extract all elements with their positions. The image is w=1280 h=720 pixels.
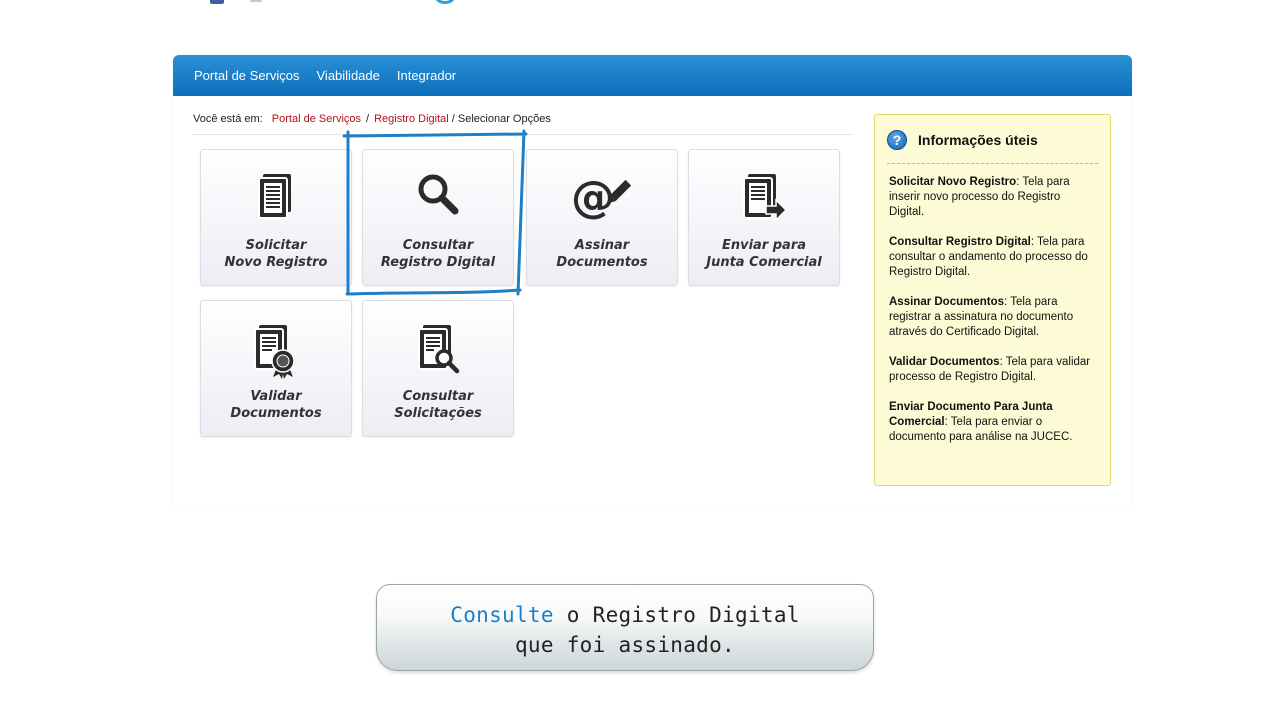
tile-label: Validar Documentos [230,389,322,421]
tile-assinar-documentos[interactable]: @ Assinar Documentos [526,149,678,286]
document-search-icon [418,325,460,374]
at-pen-icon: @ [571,172,632,220]
nav-integrador[interactable]: Integrador [397,68,456,83]
tile-enviar-junta-comercial[interactable]: Enviar para Junta Comercial [688,149,840,286]
tile-label: Consultar Solicitações [394,389,482,421]
breadcrumb-label: Você está em: [193,113,263,125]
info-title: Informações úteis [918,132,1038,148]
tile-solicitar-novo-registro[interactable]: Solicitar Novo Registro [200,149,352,286]
info-item: Assinar Documentos: Tela para registrar … [889,296,1074,338]
tile-consultar-registro-digital[interactable]: Consultar Registro Digital [362,149,514,286]
info-header: ? Informações úteis [887,129,1038,151]
caption-line-2: que foi assinado. [514,633,736,657]
logo-shape-blue [210,0,224,4]
nav-portal-servicos[interactable]: Portal de Serviços [194,68,300,83]
top-logo-fragment [200,0,500,6]
tile-label: Solicitar Novo Registro [224,238,328,270]
question-icon: ? [887,130,907,150]
info-panel: ? Informações úteis Solicitar Novo Regis… [874,114,1111,486]
tile-label: Assinar Documentos [556,238,648,270]
tile-label: Consultar Registro Digital [380,238,496,270]
info-item: Solicitar Novo Registro: Tela para inser… [889,176,1070,218]
caption-rest: o Registro Digital [553,603,800,627]
svg-text:@: @ [571,172,615,220]
document-send-icon [743,174,788,222]
tile-label: Enviar para Junta Comercial [706,238,822,270]
document-list-icon [258,174,291,219]
magnifier-icon [418,174,459,215]
nav-viabilidade[interactable]: Viabilidade [317,68,380,83]
logo-shape-ring [435,0,455,4]
top-navbar: Portal de Serviços Viabilidade Integrado… [173,55,1132,96]
info-item: Consultar Registro Digital: Tela para co… [889,236,1088,278]
tile-consultar-solicitacoes[interactable]: Consultar Solicitações [362,300,514,437]
tile-validar-documentos[interactable]: Validar Documentos [200,300,352,437]
caption-line-1: Consulte o Registro Digital [377,600,873,630]
caption-highlight: Consulte [450,603,554,627]
document-seal-icon [254,325,295,379]
breadcrumb-current: / Selecionar Opções [451,113,551,125]
caption-bubble: Consulte o Registro Digital que foi assi… [376,584,874,671]
breadcrumb-link-registro[interactable]: Registro Digital [374,113,449,125]
info-divider [887,163,1098,164]
info-body: Solicitar Novo Registro: Tela para inser… [889,175,1096,460]
breadcrumb: Você está em: Portal de Serviços / Registr… [193,113,853,135]
info-item: Validar Documentos: Tela para validar pr… [889,356,1091,383]
logo-shape-gray [250,0,262,2]
breadcrumb-link-portal[interactable]: Portal de Serviços [272,113,361,125]
info-item: Enviar Documento Para Junta Comercial: T… [889,401,1073,443]
